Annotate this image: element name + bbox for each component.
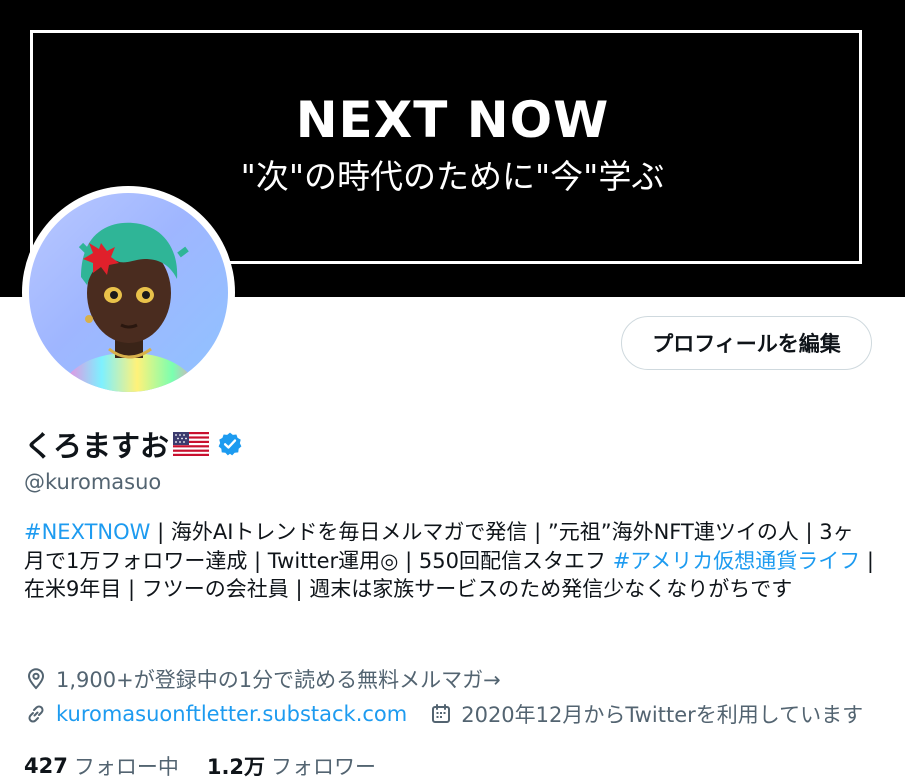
joined-date: 2020年12月からTwitterを利用しています	[429, 699, 863, 729]
following-link[interactable]: 427 フォロー中	[24, 751, 179, 778]
joined-text: 2020年12月からTwitterを利用しています	[461, 703, 864, 727]
calendar-icon	[432, 704, 451, 723]
name-row: くろますお	[24, 424, 243, 464]
verified-badge-icon[interactable]	[217, 431, 243, 457]
user-handle: @kuromasuo	[24, 470, 162, 494]
following-label: フォロー中	[73, 755, 179, 778]
link-icon	[28, 705, 44, 723]
edit-profile-button[interactable]: プロフィールを編集	[621, 316, 872, 370]
followers-count: 1.2万	[206, 755, 266, 778]
follow-stats: 427 フォロー中 1.2万 フォロワー	[24, 751, 376, 778]
profile-meta-row: kuromasuonftletter.substack.com 2020年12月…	[24, 699, 863, 729]
location-icon	[27, 668, 45, 690]
profile-url-link[interactable]: kuromasuonftletter.substack.com	[56, 702, 407, 726]
location-text: 1,900+が登録中の1分で読める無料メルマガ→	[56, 668, 501, 692]
followers-label: フォロワー	[271, 755, 377, 778]
profile-page: NEXT NOW "次"の時代のために"今"学ぶ プロフィールを編集 くろますお…	[0, 0, 905, 778]
banner-title: NEXT NOW	[295, 91, 610, 149]
avatar[interactable]	[29, 193, 228, 392]
avatar-ring	[22, 186, 235, 399]
display-name: くろますお	[24, 429, 170, 463]
hashtag-link[interactable]: #アメリカ仮想通貨ライフ	[613, 549, 861, 573]
us-flag-icon	[173, 432, 210, 456]
avatar-illustration	[59, 222, 201, 392]
following-count: 427	[24, 754, 68, 778]
followers-link[interactable]: 1.2万 フォロワー	[207, 751, 376, 778]
profile-bio: #NEXTNOW | 海外AIトレンドを毎日メルマガで発信 | ”元祖”海外NF…	[24, 518, 874, 604]
profile-location: 1,900+が登録中の1分で読める無料メルマガ→	[24, 664, 501, 694]
hashtag-link[interactable]: #NEXTNOW	[24, 520, 150, 544]
